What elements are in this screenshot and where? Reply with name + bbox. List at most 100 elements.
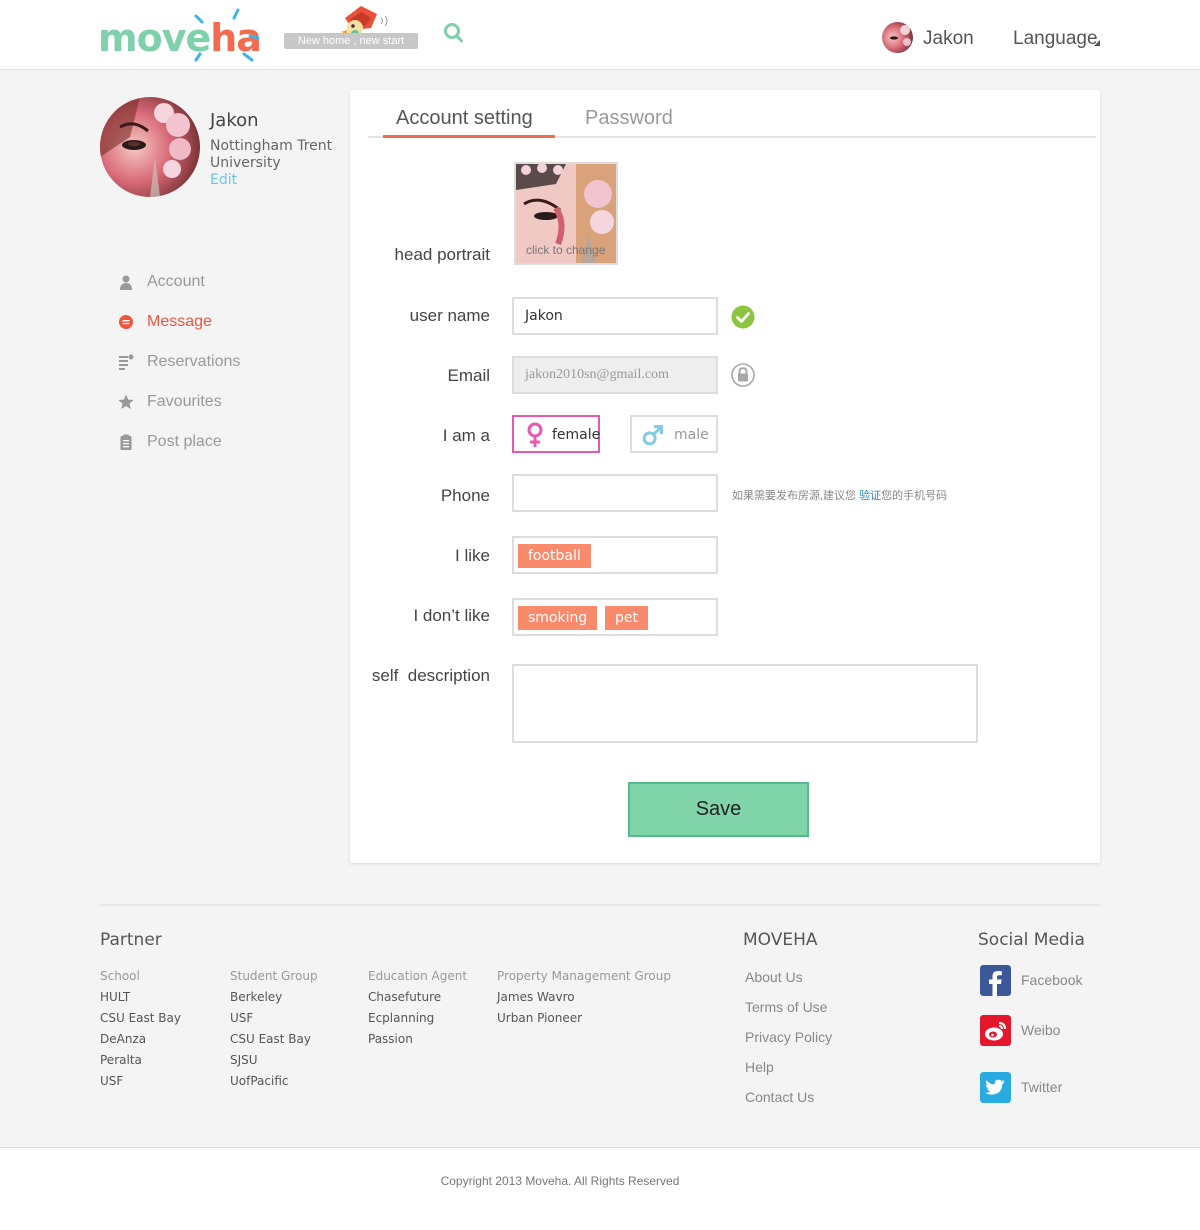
partner-link[interactable]: USF <box>230 1011 318 1032</box>
top-header: moveha New home , new start Jakon Langua… <box>0 0 1200 70</box>
terms-of-use-link[interactable]: Terms of Use <box>745 999 832 1029</box>
head-portrait-label: head portrait <box>394 245 490 264</box>
header-avatar[interactable] <box>882 22 913 53</box>
partner-column-education-agent: Education Agent Chasefuture Ecplanning P… <box>368 969 467 1053</box>
sidebar-item-label: Favourites <box>147 393 222 410</box>
partner-link[interactable]: CSU East Bay <box>230 1032 318 1053</box>
partner-link[interactable]: UofPacific <box>230 1074 318 1095</box>
tab-password[interactable]: Password <box>585 107 673 130</box>
dislike-tag[interactable]: smoking <box>518 606 598 630</box>
partner-link[interactable]: USF <box>100 1074 181 1095</box>
bottom-bar: Copyright 2013 Moveha. All Rights Reserv… <box>0 1147 1200 1230</box>
partner-link[interactable]: Urban Pioneer <box>497 1011 671 1032</box>
contact-us-link[interactable]: Contact Us <box>745 1089 832 1119</box>
self-description-label: self description <box>371 666 490 685</box>
likes-tag-input[interactable]: football <box>512 536 718 574</box>
email-field: jakon2010sn@gmail.com <box>512 356 718 394</box>
sidebar-item-label: Account <box>147 273 205 290</box>
person-icon <box>120 275 132 290</box>
partner-heading: Partner <box>100 930 162 950</box>
edit-profile-link[interactable]: Edit <box>210 172 237 188</box>
like-tag[interactable]: football <box>518 544 591 568</box>
male-symbol-icon <box>642 425 663 446</box>
twitter-label: Twitter <box>1021 1079 1063 1095</box>
message-icon <box>119 315 133 329</box>
partner-link[interactable]: Ecplanning <box>368 1011 467 1032</box>
gender-label: I am a <box>442 426 490 445</box>
save-button[interactable]: Save <box>628 782 809 837</box>
facebook-link[interactable]: Facebook <box>980 964 1082 996</box>
sidebar-item-label: Reservations <box>147 353 241 370</box>
active-tab-indicator <box>383 135 555 138</box>
facebook-icon <box>980 964 1011 996</box>
privacy-policy-link[interactable]: Privacy Policy <box>745 1029 832 1059</box>
self-description-textarea[interactable] <box>512 664 978 743</box>
hint-text: 如果需要发布房源,建议您 <box>732 490 857 502</box>
social-media-heading: Social Media <box>978 930 1085 950</box>
profile-school: Nottingham Trent University <box>210 138 333 171</box>
sidebar-item-post-place[interactable]: Post place <box>118 422 338 462</box>
partner-column-school: School HULT CSU East Bay DeAnza Peralta … <box>100 969 181 1095</box>
weibo-link[interactable]: Weibo <box>980 1014 1060 1046</box>
sidebar-item-favourites[interactable]: Favourites <box>118 382 338 422</box>
partner-link[interactable]: Passion <box>368 1032 467 1053</box>
partner-column-heading: Student Group <box>230 969 318 983</box>
partner-column-heading: Education Agent <box>368 969 468 983</box>
logo-rays-icon <box>194 8 260 62</box>
partner-column-heading: Property Management Group <box>497 969 671 983</box>
list-icon <box>119 354 134 370</box>
about-us-link[interactable]: About Us <box>745 969 832 999</box>
caret-down-icon[interactable] <box>1094 40 1100 46</box>
head-portrait-upload[interactable]: click to change <box>514 162 618 265</box>
lock-icon <box>731 363 755 387</box>
partner-link[interactable]: SJSU <box>230 1053 318 1074</box>
sidebar-item-account[interactable]: Account <box>118 262 338 302</box>
weibo-label: Weibo <box>1021 1022 1061 1038</box>
moveha-links: About Us Terms of Use Privacy Policy Hel… <box>745 969 832 1119</box>
partner-link[interactable]: HULT <box>100 990 181 1011</box>
slogan-badge: New home , new start <box>284 33 418 49</box>
female-option[interactable]: female <box>512 415 600 453</box>
email-label: Email <box>447 366 490 385</box>
partner-link[interactable]: DeAnza <box>100 1032 181 1053</box>
footer-divider <box>100 904 1100 906</box>
settings-tabs: Account setting Password <box>368 90 1096 138</box>
male-option[interactable]: male <box>630 415 718 453</box>
phone-label: Phone <box>440 486 490 505</box>
partner-link[interactable]: CSU East Bay <box>100 1011 181 1032</box>
help-link[interactable]: Help <box>745 1059 832 1089</box>
partner-link[interactable]: Chasefuture <box>368 990 467 1011</box>
dislikes-tag-input[interactable]: smoking pet <box>512 598 718 636</box>
partner-column-heading: School <box>100 969 140 983</box>
tab-account-setting[interactable]: Account setting <box>396 107 533 130</box>
copyright-text: Copyright 2013 Moveha. All Rights Reserv… <box>440 1174 680 1188</box>
dislikes-label: I don’t like <box>413 606 490 625</box>
dislike-tag[interactable]: pet <box>605 606 648 630</box>
sidebar-nav: Account Message Reservations Favourites … <box>118 262 338 462</box>
partner-column-property-management: Property Management Group James Wavro Ur… <box>497 969 671 1032</box>
facebook-label: Facebook <box>1021 972 1083 988</box>
sidebar-item-label: Post place <box>147 433 222 450</box>
header-username[interactable]: Jakon <box>923 28 974 50</box>
sidebar-item-reservations[interactable]: Reservations <box>118 342 338 382</box>
verify-link[interactable]: 验证 <box>859 490 881 502</box>
partner-link[interactable]: James Wavro <box>497 990 671 1011</box>
username-label: user name <box>409 306 490 325</box>
male-label: male <box>674 427 709 443</box>
language-selector[interactable]: Language <box>1013 28 1098 50</box>
sidebar-item-message[interactable]: Message <box>118 302 338 342</box>
search-icon[interactable] <box>443 22 463 44</box>
hint-text-end: 您的手机号码 <box>881 490 948 502</box>
twitter-link[interactable]: Twitter <box>980 1071 1062 1103</box>
username-input[interactable]: Jakon <box>512 297 718 335</box>
partner-column-student-group: Student Group Berkeley USF CSU East Bay … <box>230 969 318 1095</box>
clipboard-icon <box>120 434 132 450</box>
female-symbol-icon <box>527 422 543 447</box>
partner-link[interactable]: Peralta <box>100 1053 181 1074</box>
check-circle-icon <box>731 305 755 329</box>
profile-name: Jakon <box>210 110 259 131</box>
female-label: female <box>552 427 601 443</box>
phone-input[interactable] <box>512 474 718 512</box>
partner-link[interactable]: Berkeley <box>230 990 318 1011</box>
star-icon <box>118 394 134 409</box>
